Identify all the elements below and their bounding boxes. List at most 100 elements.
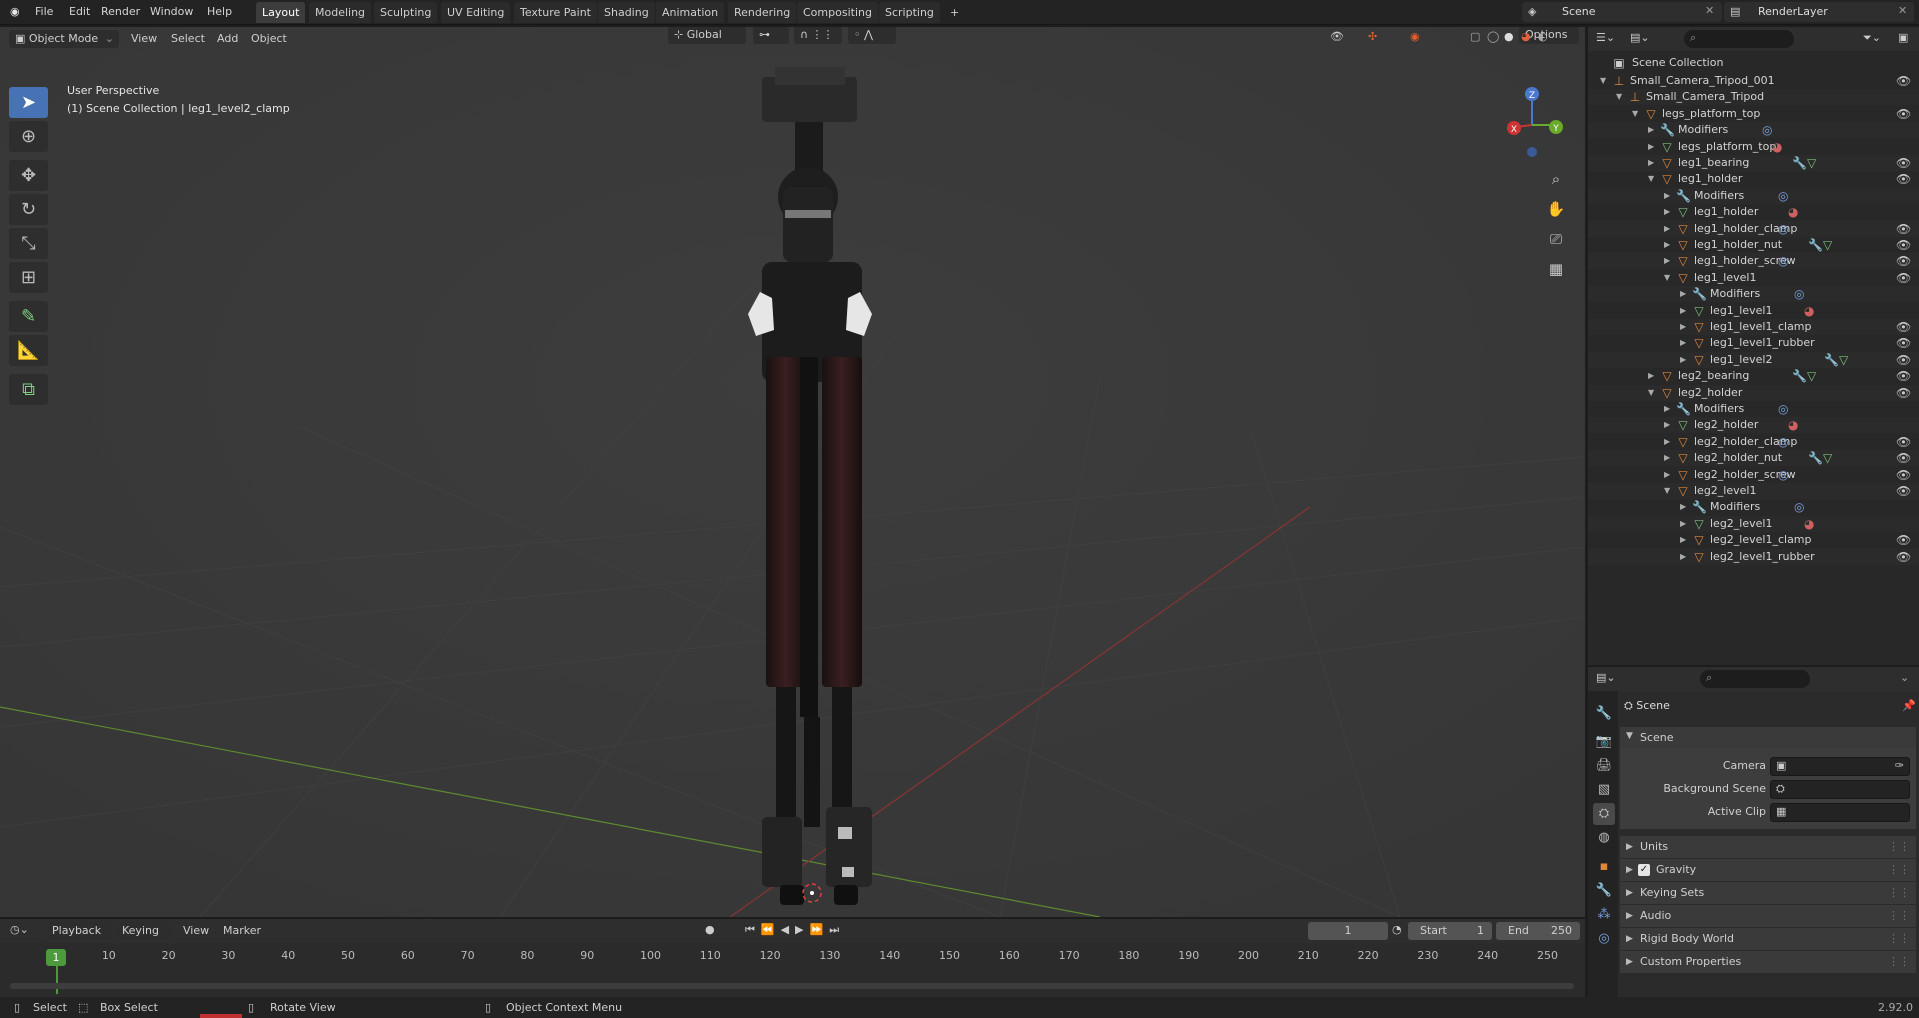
- playhead[interactable]: 1: [46, 949, 66, 966]
- render-tab-icon[interactable]: 📷: [1593, 731, 1615, 753]
- expand-right-icon[interactable]: ▶: [1664, 221, 1670, 237]
- new-collection-icon[interactable]: ▣: [1898, 31, 1908, 44]
- tab-texture-paint[interactable]: Texture Paint: [514, 2, 597, 23]
- visibility-eye-icon[interactable]: 👁: [1896, 467, 1911, 483]
- zoom-icon[interactable]: ⌕: [1542, 165, 1570, 193]
- gizmo-toggle-icon[interactable]: ✣: [1368, 30, 1377, 43]
- expand-right-icon[interactable]: ▶: [1664, 253, 1670, 269]
- viewport-menu-select[interactable]: Select: [171, 32, 205, 45]
- outliner-row-leg1-level1[interactable]: ▼ ▽ leg1_level1 👁: [1588, 270, 1919, 286]
- menu-render[interactable]: Render: [101, 5, 140, 18]
- section-custom-properties[interactable]: ▶ Custom Properties ⋮⋮: [1620, 951, 1916, 973]
- expand-right-icon[interactable]: ▶: [1648, 122, 1654, 138]
- modifier-badge-icon[interactable]: ◎: [1778, 188, 1788, 204]
- visibility-eye-icon[interactable]: 👁: [1896, 237, 1911, 253]
- physics-tab-icon[interactable]: ◎: [1593, 928, 1615, 950]
- outliner-row-leg2-bearing[interactable]: ▶ ▽ leg2_bearing 🔧▽ 👁: [1588, 368, 1919, 384]
- viewport-menu-view[interactable]: View: [131, 32, 157, 45]
- gravity-checkbox[interactable]: ✓: [1638, 864, 1650, 876]
- outliner-row-small-camera-tripod[interactable]: ▼ ⊥ Small_Camera_Tripod: [1588, 89, 1919, 106]
- move-tool[interactable]: ✥: [9, 160, 48, 191]
- navigation-gizmo[interactable]: Z Y X: [1494, 82, 1564, 157]
- add-workspace-icon[interactable]: +: [944, 2, 965, 23]
- visibility-eye-icon[interactable]: 👁: [1896, 532, 1911, 548]
- proportional-edit-dropdown[interactable]: ◦ ⋀: [848, 27, 896, 44]
- material-badge-icon[interactable]: ◕: [1804, 516, 1814, 532]
- drag-handle-icon[interactable]: ⋮⋮: [1888, 882, 1910, 904]
- properties-search-input[interactable]: ⌕: [1700, 670, 1810, 688]
- close-icon[interactable]: ✕: [1705, 4, 1714, 17]
- expand-down-icon[interactable]: ▼: [1600, 73, 1606, 89]
- expand-down-icon[interactable]: ▼: [1648, 385, 1654, 401]
- outliner-row-leg1-level1-rubber[interactable]: ▶ ▽ leg1_level1_rubber 👁: [1588, 335, 1919, 351]
- modifier-badge-icon[interactable]: ◎: [1778, 253, 1788, 269]
- menu-edit[interactable]: Edit: [69, 5, 90, 18]
- expand-right-icon[interactable]: ▶: [1664, 204, 1670, 220]
- outliner-row-leg2-level1[interactable]: ▼ ▽ leg2_level1 👁: [1588, 483, 1919, 499]
- tool-tab-icon[interactable]: 🔧: [1593, 703, 1615, 725]
- object-tab-icon[interactable]: ▪: [1593, 856, 1615, 878]
- visibility-eye-icon[interactable]: 👁: [1896, 270, 1911, 286]
- transform-tool[interactable]: ⊞: [9, 262, 48, 293]
- expand-right-icon[interactable]: ▶: [1680, 303, 1686, 319]
- snap-dropdown[interactable]: ∩ ⋮⋮: [794, 27, 842, 44]
- visibility-eye-icon[interactable]: 👁: [1896, 171, 1911, 187]
- section-keying-sets[interactable]: ▶ Keying Sets ⋮⋮: [1620, 882, 1916, 904]
- outliner-row-leg1-level2[interactable]: ▶ ▽ leg1_level2 🔧▽ 👁: [1588, 351, 1919, 368]
- outliner-row-leg2-holder-nut[interactable]: ▶ ▽ leg2_holder_nut 🔧▽ 👁: [1588, 450, 1919, 467]
- outliner-row-leg1-holder[interactable]: ▶ ▽ leg1_holder ◕: [1588, 204, 1919, 220]
- annotate-tool[interactable]: ✎: [9, 301, 48, 332]
- tab-layout[interactable]: Layout: [256, 2, 306, 23]
- expand-right-icon[interactable]: ▶: [1680, 549, 1686, 565]
- tab-animation[interactable]: Animation: [656, 2, 725, 23]
- drag-handle-icon[interactable]: ⋮⋮: [1888, 951, 1910, 973]
- modifier-badge-icon[interactable]: ◎: [1794, 499, 1804, 515]
- modifier-tab-icon[interactable]: 🔧: [1593, 880, 1615, 902]
- expand-right-icon[interactable]: ▶: [1664, 237, 1670, 253]
- outliner-row-modifiers[interactable]: ▶ 🔧 Modifiers ◎: [1588, 187, 1919, 204]
- modifier-badge-icon[interactable]: ◎: [1778, 221, 1788, 237]
- outliner-row-modifiers[interactable]: ▶ 🔧 Modifiers ◎: [1588, 499, 1919, 515]
- visibility-eye-icon[interactable]: 👁: [1896, 253, 1911, 269]
- outliner-row-modifiers[interactable]: ▶ 🔧 Modifiers ◎: [1588, 286, 1919, 303]
- outliner-row-leg2-holder[interactable]: ▼ ▽ leg2_holder 👁: [1588, 384, 1919, 401]
- expand-right-icon[interactable]: ▶: [1648, 368, 1654, 384]
- expand-down-icon[interactable]: ▼: [1664, 270, 1670, 286]
- visibility-eye-icon[interactable]: 👁: [1896, 483, 1911, 499]
- visibility-eye-icon[interactable]: 👁: [1896, 73, 1911, 89]
- expand-right-icon[interactable]: ▶: [1680, 319, 1686, 335]
- outliner-row-leg1-holder-nut[interactable]: ▶ ▽ leg1_holder_nut 🔧▽ 👁: [1588, 237, 1919, 253]
- pivot-dropdown[interactable]: ⊶: [753, 27, 789, 44]
- modifier-mesh-badge-icon[interactable]: 🔧▽: [1824, 352, 1848, 368]
- eyedropper-icon[interactable]: ✑: [1895, 759, 1904, 772]
- overlays-toggle-icon[interactable]: ◉: [1410, 30, 1420, 43]
- modifier-badge-icon[interactable]: ◎: [1762, 122, 1772, 138]
- tab-rendering[interactable]: Rendering: [728, 2, 797, 23]
- ortho-grid-icon[interactable]: ▦: [1542, 255, 1570, 283]
- expand-right-icon[interactable]: ▶: [1648, 139, 1654, 155]
- editor-type-icon[interactable]: ☰⌄: [1596, 31, 1615, 44]
- visibility-eye-icon[interactable]: 👁: [1896, 335, 1911, 351]
- modifier-badge-icon[interactable]: ◎: [1794, 286, 1804, 302]
- modifier-badge-icon[interactable]: ◎: [1778, 401, 1788, 417]
- modifier-mesh-badge-icon[interactable]: 🔧▽: [1792, 368, 1816, 384]
- camera-view-icon[interactable]: ⎚: [1542, 225, 1570, 253]
- section-rigid-body-world[interactable]: ▶ Rigid Body World ⋮⋮: [1620, 928, 1916, 950]
- material-badge-icon[interactable]: ◕: [1788, 204, 1798, 220]
- material-badge-icon[interactable]: ◕: [1804, 303, 1814, 319]
- filter-icon[interactable]: ⏷⌄: [1863, 31, 1881, 45]
- tab-uv-editing[interactable]: UV Editing: [441, 2, 511, 23]
- expand-right-icon[interactable]: ▶: [1680, 286, 1686, 302]
- visibility-eye-icon[interactable]: 👁: [1896, 352, 1911, 368]
- expand-right-icon[interactable]: ▶: [1664, 434, 1670, 450]
- scale-tool[interactable]: ⤡: [9, 228, 48, 259]
- outliner-row-legs-platform-top[interactable]: ▼ ▽ legs_platform_top 👁: [1588, 106, 1919, 122]
- material-badge-icon[interactable]: ◕: [1788, 417, 1798, 433]
- particles-tab-icon[interactable]: ⁂: [1593, 904, 1615, 926]
- expand-down-icon[interactable]: ▼: [1664, 483, 1670, 499]
- outliner-row-leg2-holder-clamp[interactable]: ▶ ▽ leg2_holder_clamp ◎ 👁: [1588, 434, 1919, 450]
- drag-handle-icon[interactable]: ⋮⋮: [1888, 859, 1910, 881]
- close-icon[interactable]: ✕: [1898, 4, 1907, 17]
- pan-hand-icon[interactable]: ✋: [1542, 195, 1570, 223]
- tab-compositing[interactable]: Compositing: [797, 2, 878, 23]
